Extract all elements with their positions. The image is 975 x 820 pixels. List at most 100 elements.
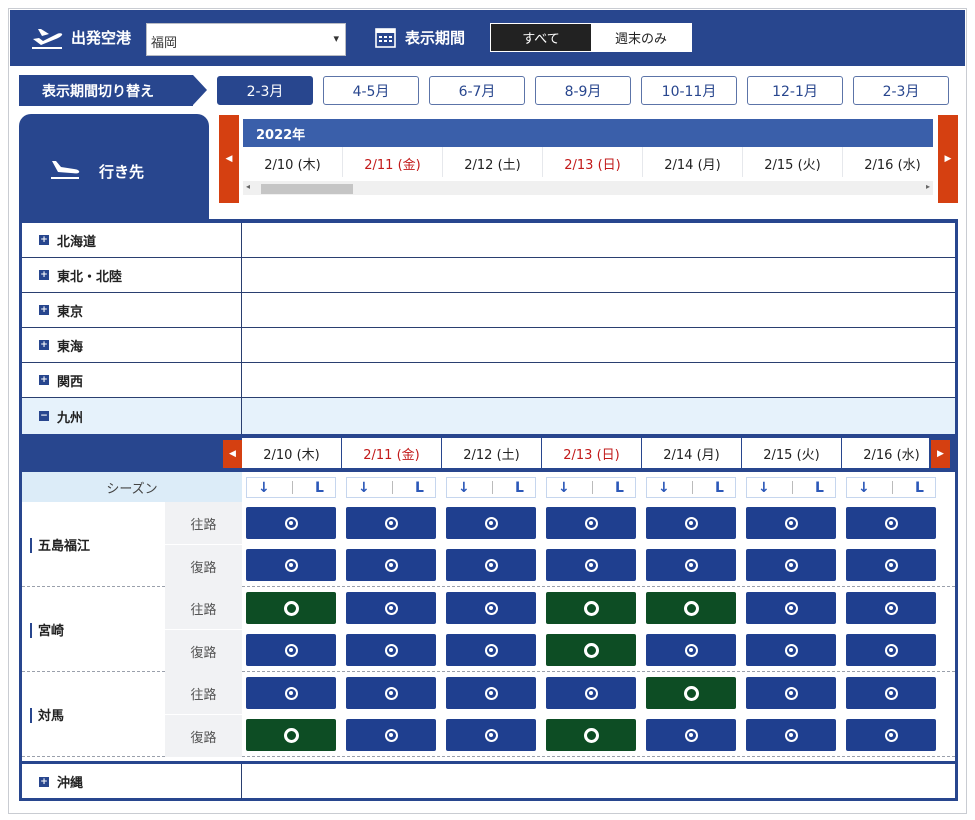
circle-icon: [784, 558, 798, 572]
circle-icon: [484, 686, 498, 700]
collapse-icon[interactable]: −: [39, 411, 49, 421]
season-cell-return[interactable]: [246, 634, 336, 666]
region-row-tokyo[interactable]: + 東京: [22, 293, 955, 328]
period-tab-2-3[interactable]: 2-3月: [217, 76, 313, 105]
season-cell-outbound[interactable]: [546, 592, 636, 624]
season-cell-return[interactable]: [846, 719, 936, 751]
season-cell-return[interactable]: [346, 719, 436, 751]
season-cell-return[interactable]: [546, 549, 636, 581]
region-row-hokkaido[interactable]: + 北海道: [22, 223, 955, 258]
season-cell-outbound[interactable]: [246, 677, 336, 709]
season-cell-outbound[interactable]: [846, 592, 936, 624]
season-cell-outbound[interactable]: [646, 507, 736, 539]
circle-icon: [484, 643, 498, 657]
horizontal-scrollbar[interactable]: ◂ ▸: [243, 181, 933, 195]
period-tab-12-1[interactable]: 12-1月: [747, 76, 843, 105]
season-cell-return[interactable]: [546, 719, 636, 751]
season-cell-outbound[interactable]: [546, 507, 636, 539]
season-cell-return[interactable]: [346, 549, 436, 581]
season-cell-outbound[interactable]: [646, 592, 736, 624]
season-cell-return[interactable]: [746, 549, 836, 581]
season-cell-outbound[interactable]: [746, 677, 836, 709]
season-cell-return[interactable]: [446, 549, 536, 581]
destination-group: 宮崎 往路 復路: [22, 587, 955, 672]
season-cell-outbound[interactable]: [246, 507, 336, 539]
season-cell-outbound[interactable]: [546, 677, 636, 709]
circle-icon: [583, 727, 599, 743]
next-dates-button[interactable]: ▶: [938, 115, 958, 203]
destination-name: 五島福江: [22, 502, 165, 587]
season-cell-outbound[interactable]: [446, 592, 536, 624]
season-cell-return[interactable]: [446, 719, 536, 751]
departure-airport-select[interactable]: 福岡 ▾: [146, 23, 346, 56]
season-cell-outbound[interactable]: [446, 677, 536, 709]
season-cell-outbound[interactable]: [346, 677, 436, 709]
down-arrow-icon: ↓: [358, 479, 370, 496]
season-cell-return[interactable]: [746, 719, 836, 751]
season-cell-return[interactable]: [646, 634, 736, 666]
filter-all-button[interactable]: すべて: [491, 24, 591, 51]
legend-letter: L: [815, 479, 824, 496]
kyushu-prev-dates-button[interactable]: ◀: [223, 440, 242, 468]
expand-icon[interactable]: +: [39, 305, 49, 315]
divider: [391, 481, 393, 494]
season-cell-return[interactable]: [646, 719, 736, 751]
period-tab-4-5[interactable]: 4-5月: [323, 76, 419, 105]
period-tab-6-7[interactable]: 6-7月: [429, 76, 525, 105]
season-cell-outbound[interactable]: [846, 677, 936, 709]
divider: [891, 481, 893, 494]
region-row-tohoku-hokuriku[interactable]: + 東北・北陸: [22, 258, 955, 293]
filter-weekend-button[interactable]: 週末のみ: [591, 24, 691, 51]
season-legend-chip: ↓ L: [846, 477, 936, 498]
season-cell-outbound[interactable]: [446, 507, 536, 539]
season-cell-outbound[interactable]: [846, 507, 936, 539]
kyushu-date-bar: ◀ 2/10 (木) 2/11 (金) 2/12 (土) 2/13 (日) 2/14 (…: [22, 434, 955, 472]
destination-name: 宮崎: [22, 587, 165, 672]
scroll-right-icon[interactable]: ▸: [926, 182, 930, 191]
expand-icon[interactable]: +: [39, 235, 49, 245]
season-cell-return[interactable]: [746, 634, 836, 666]
season-cell-outbound[interactable]: [346, 592, 436, 624]
region-row-kyushu[interactable]: − 九州: [22, 398, 955, 434]
kyushu-date-cell: 2/14 (月): [642, 438, 742, 468]
season-label: シーズン: [22, 472, 242, 502]
season-legend-chip: ↓ L: [746, 477, 836, 498]
kyushu-date-cell: 2/13 (日): [542, 438, 642, 468]
expand-icon[interactable]: +: [39, 340, 49, 350]
region-row-okinawa[interactable]: + 沖縄: [22, 761, 955, 799]
season-cell-outbound[interactable]: [246, 592, 336, 624]
period-tab-8-9[interactable]: 8-9月: [535, 76, 631, 105]
route-label-outbound: 往路: [165, 502, 242, 544]
season-cell-return[interactable]: [246, 719, 336, 751]
circle-icon: [583, 600, 599, 616]
season-cell-return[interactable]: [846, 549, 936, 581]
divider: [591, 481, 593, 494]
expand-icon[interactable]: +: [39, 776, 49, 787]
period-tab-2-3-next[interactable]: 2-3月: [853, 76, 949, 105]
period-tab-10-11[interactable]: 10-11月: [641, 76, 737, 105]
expand-icon[interactable]: +: [39, 375, 49, 385]
circle-icon: [784, 601, 798, 615]
expand-icon[interactable]: +: [39, 270, 49, 280]
season-cell-outbound[interactable]: [746, 592, 836, 624]
departure-airport-value: 福岡: [151, 36, 178, 51]
circle-icon: [884, 601, 898, 615]
kyushu-season-table: ◀ 2/10 (木) 2/11 (金) 2/12 (土) 2/13 (日) 2/14 (…: [22, 434, 955, 757]
scrollbar-thumb[interactable]: [261, 184, 353, 194]
season-cell-return[interactable]: [546, 634, 636, 666]
season-cell-return[interactable]: [346, 634, 436, 666]
season-cell-outbound[interactable]: [746, 507, 836, 539]
scroll-left-icon[interactable]: ◂: [246, 182, 250, 191]
prev-dates-button[interactable]: ◀: [219, 115, 239, 203]
season-cell-outbound[interactable]: [646, 677, 736, 709]
season-cell-return[interactable]: [246, 549, 336, 581]
region-row-tokai[interactable]: + 東海: [22, 328, 955, 363]
circle-icon: [384, 516, 398, 530]
circle-icon: [284, 558, 298, 572]
kyushu-next-dates-button[interactable]: ▶: [931, 440, 950, 468]
season-cell-return[interactable]: [846, 634, 936, 666]
season-cell-return[interactable]: [646, 549, 736, 581]
season-cell-outbound[interactable]: [346, 507, 436, 539]
season-cell-return[interactable]: [446, 634, 536, 666]
region-row-kansai[interactable]: + 関西: [22, 363, 955, 398]
